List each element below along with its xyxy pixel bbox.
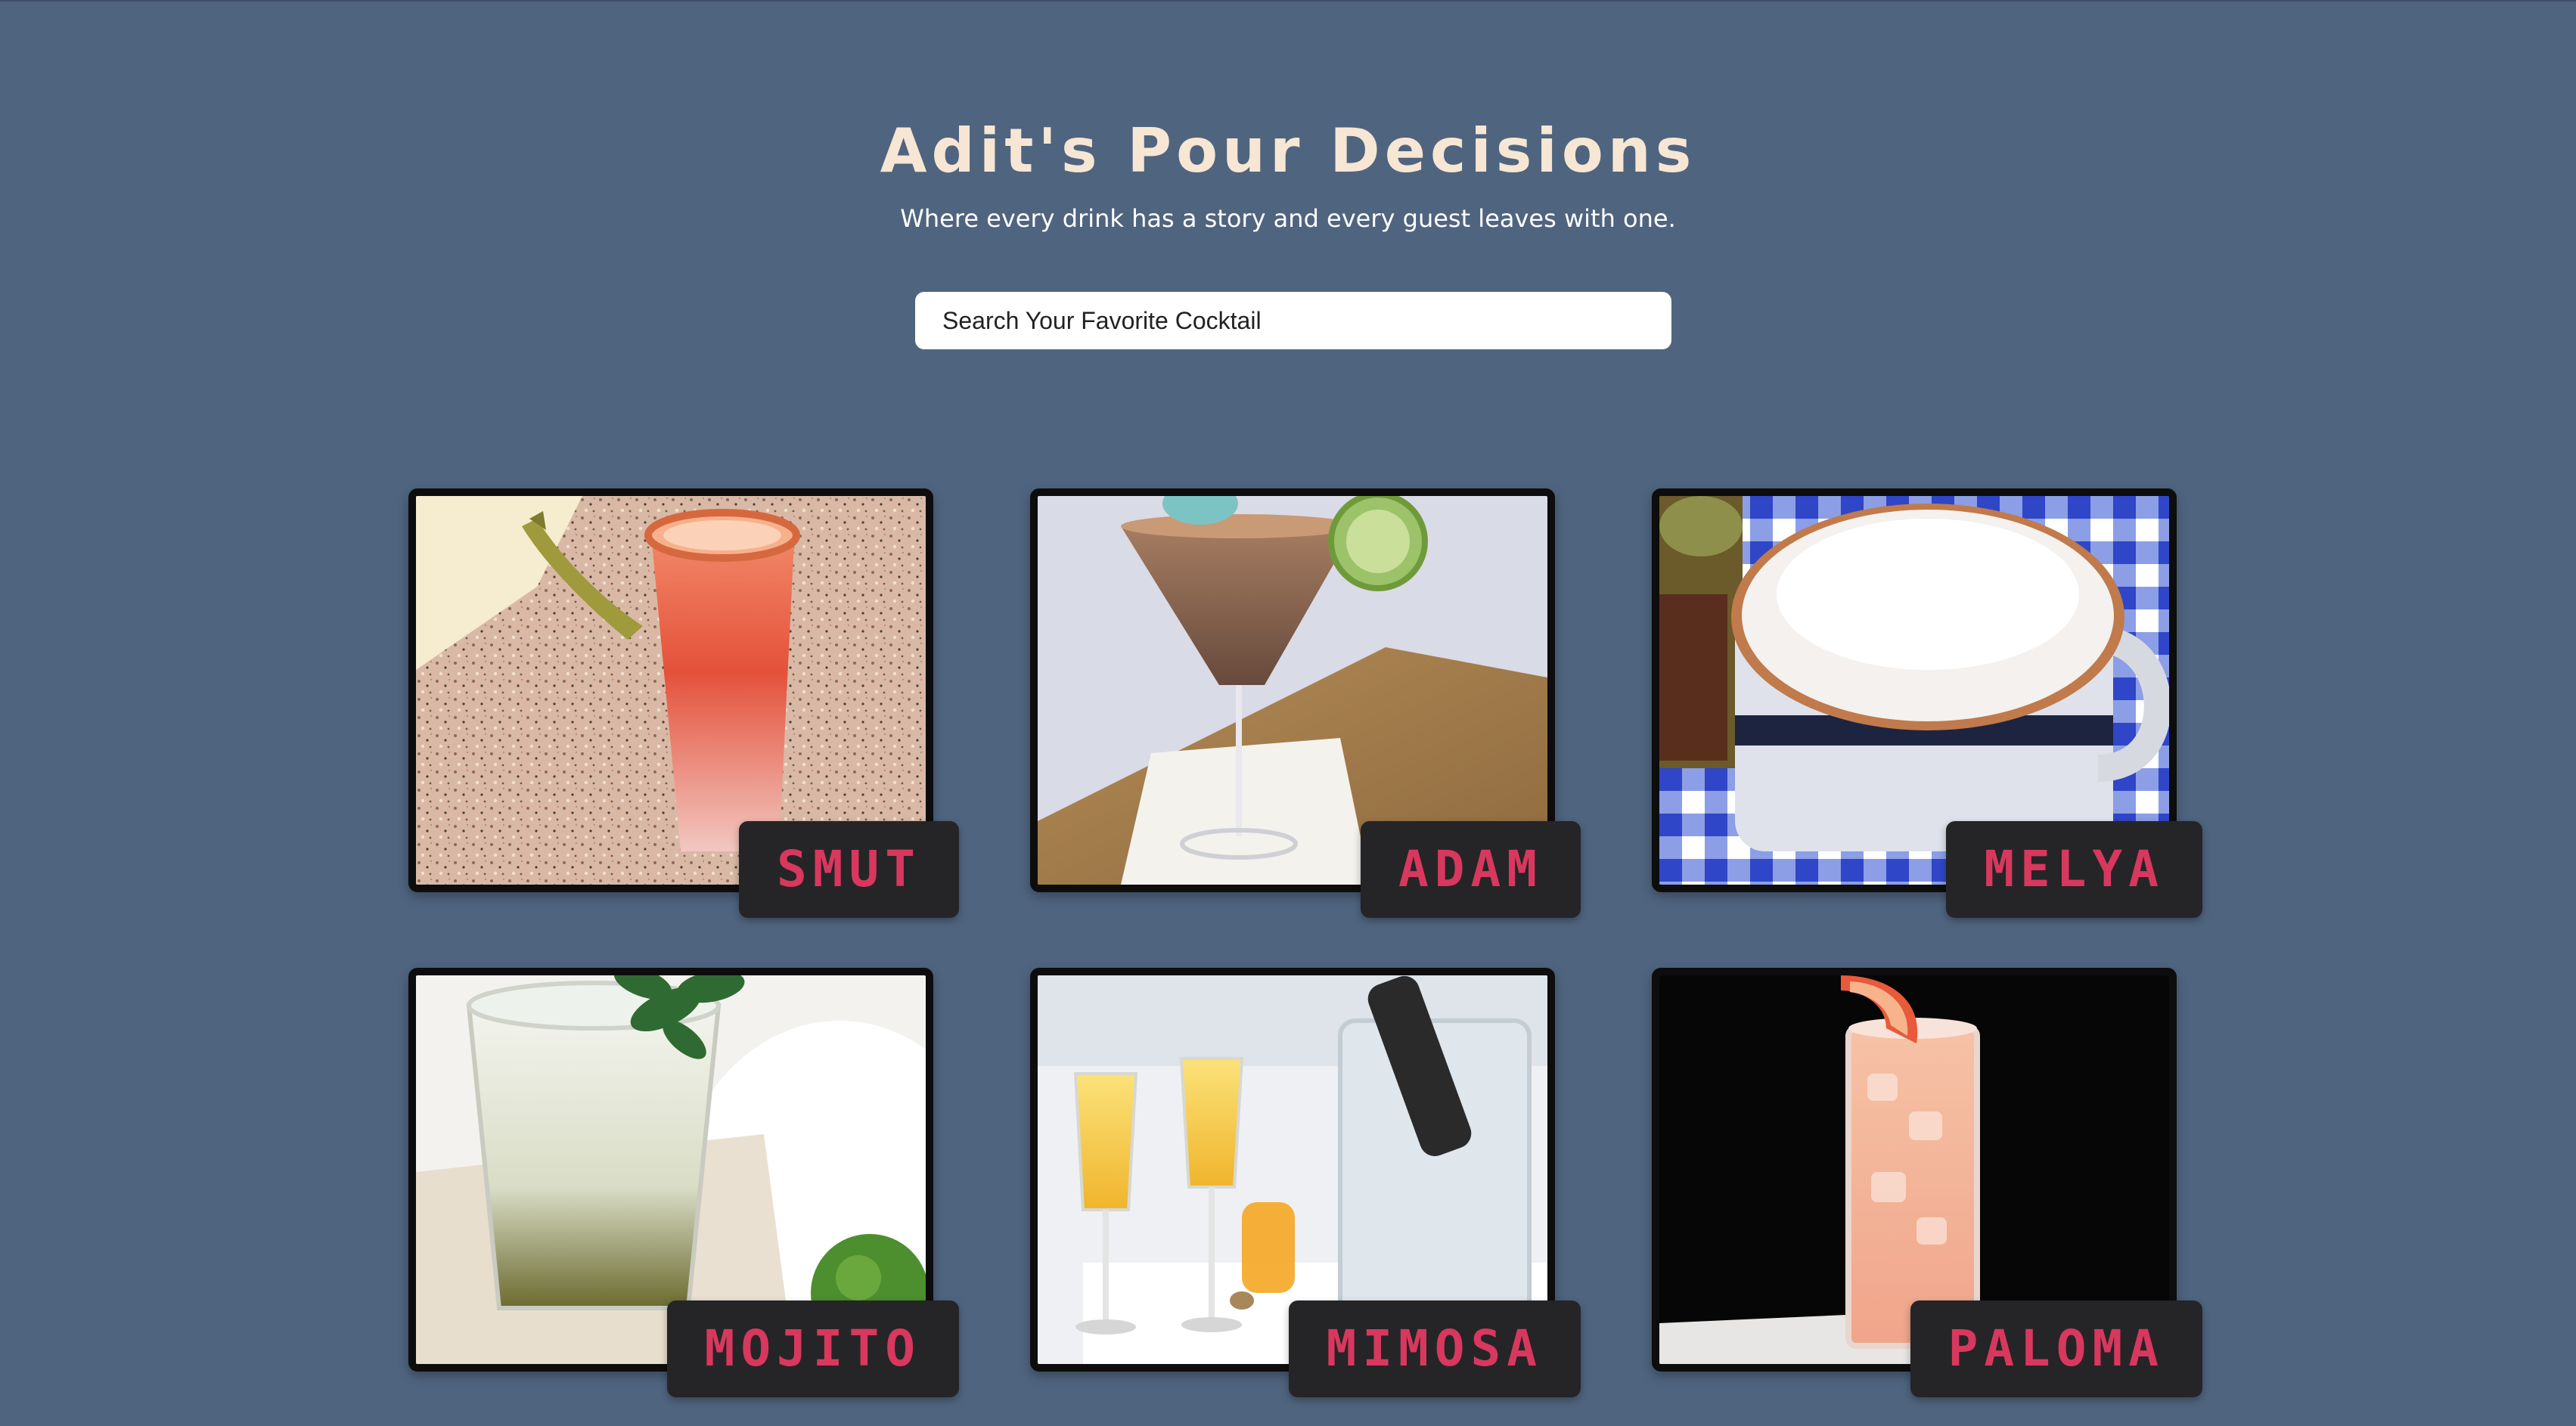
cocktail-card-smut[interactable]: SMUT xyxy=(408,488,959,918)
cocktail-card-adam[interactable]: ADAM xyxy=(1030,488,1581,918)
top-border xyxy=(0,0,2576,2)
cocktail-card-mojito[interactable]: MOJITO xyxy=(408,968,959,1397)
cocktail-name-tag: MOJITO xyxy=(666,1300,959,1397)
cocktail-card-melya[interactable]: MELYA xyxy=(1652,488,2202,918)
page-subtitle: Where every drink has a story and every … xyxy=(900,204,1676,233)
cocktail-name-tag: MIMOSA xyxy=(1288,1300,1581,1397)
cocktail-search-input[interactable] xyxy=(915,292,1671,349)
cocktail-name-tag: PALOMA xyxy=(1910,1300,2202,1397)
cocktail-card-paloma[interactable]: PALOMA xyxy=(1652,968,2202,1397)
cocktail-name-tag: SMUT xyxy=(739,821,959,918)
cocktail-name-tag: MELYA xyxy=(1946,821,2202,918)
page-title: Adit's Pour Decisions xyxy=(880,116,1696,186)
cocktail-name-tag: ADAM xyxy=(1361,821,1581,918)
page-header: Adit's Pour Decisions Where every drink … xyxy=(0,113,2576,234)
cocktail-card-mimosa[interactable]: MIMOSA xyxy=(1030,968,1581,1397)
